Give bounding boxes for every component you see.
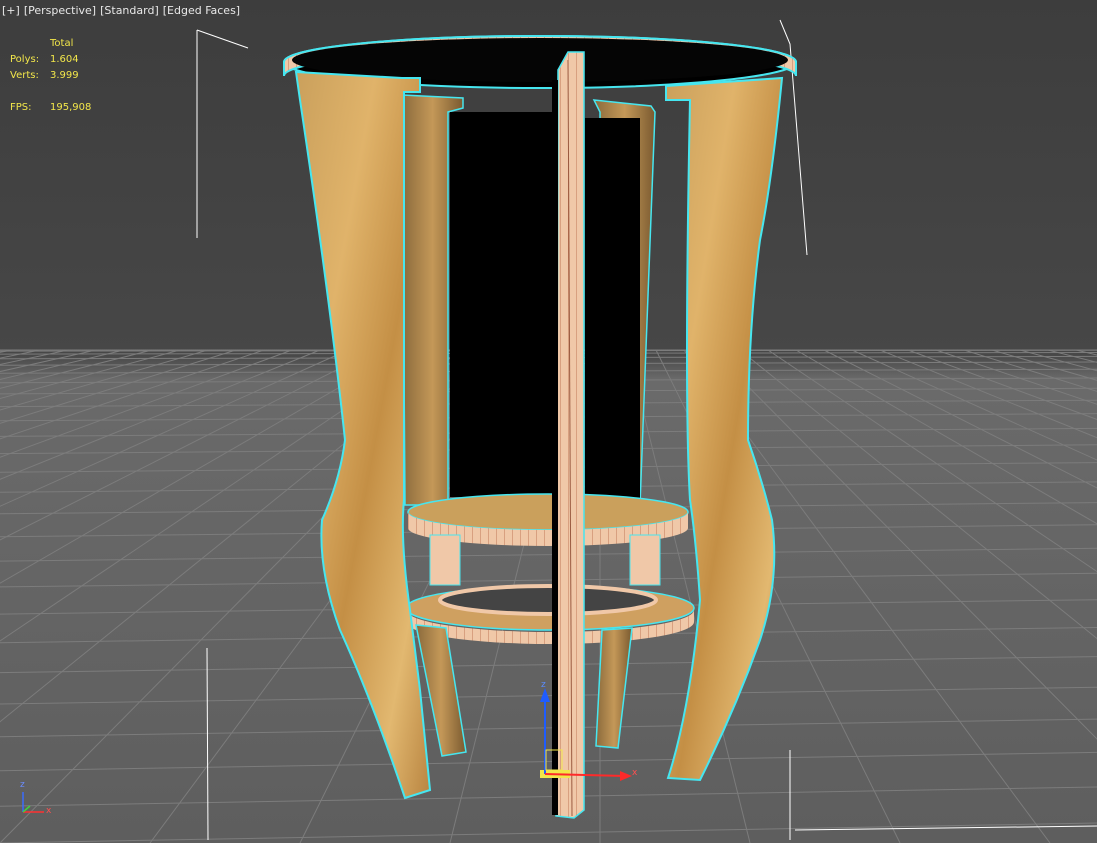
tripod-z-label: z: [20, 780, 25, 790]
stats-verts-value: 3.999: [50, 70, 79, 81]
gizmo-x-label: x: [632, 768, 638, 778]
stats-fps-label: FPS:: [10, 102, 32, 113]
viewport-display-mode-menu[interactable]: [Edged Faces]: [163, 4, 240, 17]
viewport-scene: [0, 0, 1097, 843]
viewport-shading-menu[interactable]: [Standard]: [100, 4, 159, 17]
stats-total-label: Total: [50, 38, 74, 49]
perspective-viewport[interactable]: [+] [Perspective] [Standard] [Edged Faces] …: [0, 0, 1097, 843]
stats-polys-label: Polys:: [10, 54, 40, 65]
viewport-plus-menu[interactable]: [+]: [2, 4, 20, 17]
statistics-overlay: Total Polys: 1.604 Verts: 3.999 FPS: 195,90…: [10, 36, 91, 116]
viewport-label-menu: [+] [Perspective] [Standard] [Edged Faces]: [2, 4, 244, 17]
gizmo-z-label: z: [541, 680, 546, 690]
tripod-x-label: x: [46, 806, 52, 816]
stats-polys-value: 1.604: [50, 54, 79, 65]
stats-verts-label: Verts:: [10, 70, 39, 81]
viewport-view-menu[interactable]: [Perspective]: [24, 4, 96, 17]
stats-fps-value: 195,908: [50, 102, 92, 113]
